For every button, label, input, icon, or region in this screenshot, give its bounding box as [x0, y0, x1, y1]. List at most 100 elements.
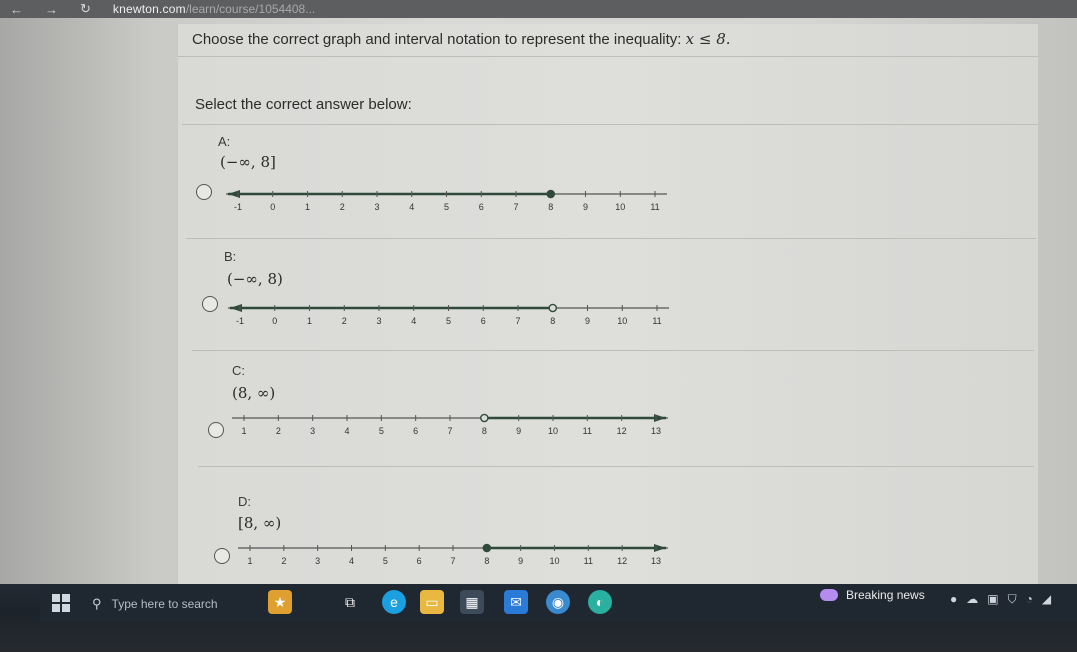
url-path: /learn/course/1054408...	[185, 2, 316, 16]
option-a-interval: (−∞, 8]	[220, 153, 276, 171]
option-d-number-line: 1 2 3 4 5 6 7 8 9 10 11 12 13	[238, 543, 668, 566]
tick-label: 2	[276, 426, 281, 436]
screenshot-icon[interactable]: ▣	[987, 592, 998, 607]
tick-label: 8	[484, 556, 489, 566]
tick-label: 13	[651, 426, 661, 436]
network-icon[interactable]: ◔	[1026, 592, 1033, 607]
tick-label: 3	[315, 556, 320, 566]
option-c-number-line: 1 2 3 4 5 6 7 8 9 10 11 12 13	[232, 413, 668, 436]
tick-label: 10	[548, 426, 558, 436]
tick-label: 2	[342, 316, 347, 326]
tick-label: 7	[515, 316, 520, 326]
tick-label: 4	[349, 556, 354, 566]
file-explorer-icon[interactable]: ▭	[420, 590, 444, 614]
divider	[182, 124, 1038, 125]
option-b-interval: (−∞, 8)	[227, 270, 283, 288]
question-text: Choose the correct graph and interval no…	[192, 30, 731, 48]
option-a-radio[interactable]	[196, 184, 212, 200]
tick-label: 10	[549, 556, 559, 566]
divider	[186, 238, 1036, 239]
divider	[192, 350, 1034, 351]
option-c-interval: (8, ∞)	[232, 384, 276, 402]
tick-label: 5	[383, 556, 388, 566]
mail-icon[interactable]: ✉	[504, 590, 528, 614]
inequality: x ≤ 8.	[685, 30, 731, 48]
tick-label: 10	[617, 316, 627, 326]
tick-label: 11	[650, 202, 659, 212]
tick-label: 3	[310, 426, 315, 436]
option-b-radio[interactable]	[202, 296, 218, 312]
answer-prompt: Select the correct answer below:	[195, 96, 412, 113]
url-domain: knewton.com	[112, 2, 186, 16]
news-text: Breaking news	[846, 588, 925, 602]
tick-label: 11	[583, 426, 592, 436]
tick-label: 8	[550, 316, 555, 326]
back-button[interactable]: ←	[10, 2, 23, 17]
tick-label: 7	[447, 426, 452, 436]
option-c-radio[interactable]	[208, 422, 224, 438]
tick-label: 3	[376, 316, 381, 326]
weather-icon	[820, 589, 838, 601]
tick-label: 2	[281, 556, 286, 566]
reload-button[interactable]: ↻	[80, 1, 91, 17]
tick-label: 5	[444, 202, 449, 212]
tick-label: 10	[615, 202, 625, 212]
app-icon[interactable]: ◐	[588, 590, 612, 614]
tick-label: 1	[247, 556, 252, 566]
tick-label: 4	[344, 426, 349, 436]
browser-toolbar: ← → ↻ knewton.com/learn/course/1054408..…	[0, 0, 1077, 18]
tick-label: 2	[340, 202, 345, 212]
news-widget[interactable]: Breaking news	[820, 588, 925, 602]
forward-button[interactable]: →	[45, 2, 58, 17]
tick-label: 11	[584, 556, 593, 566]
tick-label: 7	[513, 202, 518, 212]
tick-label: 6	[481, 316, 486, 326]
option-b-number-line: -1 0 1 2 3 4 5 6 7 8 9 10 11	[228, 303, 669, 326]
store-icon[interactable]: ▦	[460, 590, 484, 614]
tick-label: 9	[585, 316, 590, 326]
tick-label: 1	[241, 426, 246, 436]
option-d-interval: [8, ∞)	[238, 514, 282, 532]
tick-label: -1	[236, 316, 244, 326]
widget-icon[interactable]: ★	[268, 590, 292, 614]
divider	[198, 466, 1034, 467]
windows-start-icon[interactable]	[52, 594, 70, 612]
chrome-icon[interactable]: ◉	[546, 590, 570, 614]
tray-app-icon[interactable]: ●	[950, 592, 957, 607]
tick-label: 4	[409, 202, 414, 212]
open-point	[548, 303, 558, 313]
tick-label: 6	[417, 556, 422, 566]
tick-label: 3	[374, 202, 379, 212]
tick-label: 6	[479, 202, 484, 212]
tick-label: 11	[652, 316, 661, 326]
divider	[178, 56, 1038, 57]
option-d-label: D:	[238, 494, 251, 509]
system-tray: ● ☁ ▣ ⛉ ◔ ◢	[950, 592, 1051, 607]
tick-label: 6	[413, 426, 418, 436]
tick-label: 4	[411, 316, 416, 326]
option-a-label: A:	[218, 134, 231, 149]
closed-point	[482, 543, 492, 553]
address-bar[interactable]: knewton.com/learn/course/1054408...	[113, 2, 315, 16]
task-view-icon[interactable]: ⧉	[338, 590, 362, 614]
tick-label: 1	[305, 202, 310, 212]
option-d-radio[interactable]	[214, 548, 230, 564]
tick-label: 8	[482, 426, 487, 436]
tick-label: 8	[548, 202, 553, 212]
tick-label: 5	[446, 316, 451, 326]
tick-label: -1	[234, 202, 242, 212]
open-point	[480, 413, 489, 423]
option-c-label: C:	[232, 363, 245, 378]
volume-icon[interactable]: ◢	[1042, 592, 1051, 607]
tick-label: 0	[272, 316, 277, 326]
tick-label: 0	[270, 202, 275, 212]
shield-icon[interactable]: ⛉	[1008, 592, 1017, 607]
tick-label: 12	[617, 426, 627, 436]
option-a-number-line: -1 0 1 2 3 4 5 6 7 8 9 10 11	[226, 189, 667, 212]
question-stem: Choose the correct graph and interval no…	[192, 31, 686, 48]
edge-icon[interactable]: e	[382, 590, 406, 614]
tick-label: 13	[651, 556, 661, 566]
tick-label: 5	[379, 426, 384, 436]
search-placeholder: Type here to search	[111, 597, 218, 611]
cloud-icon[interactable]: ☁	[966, 592, 978, 607]
